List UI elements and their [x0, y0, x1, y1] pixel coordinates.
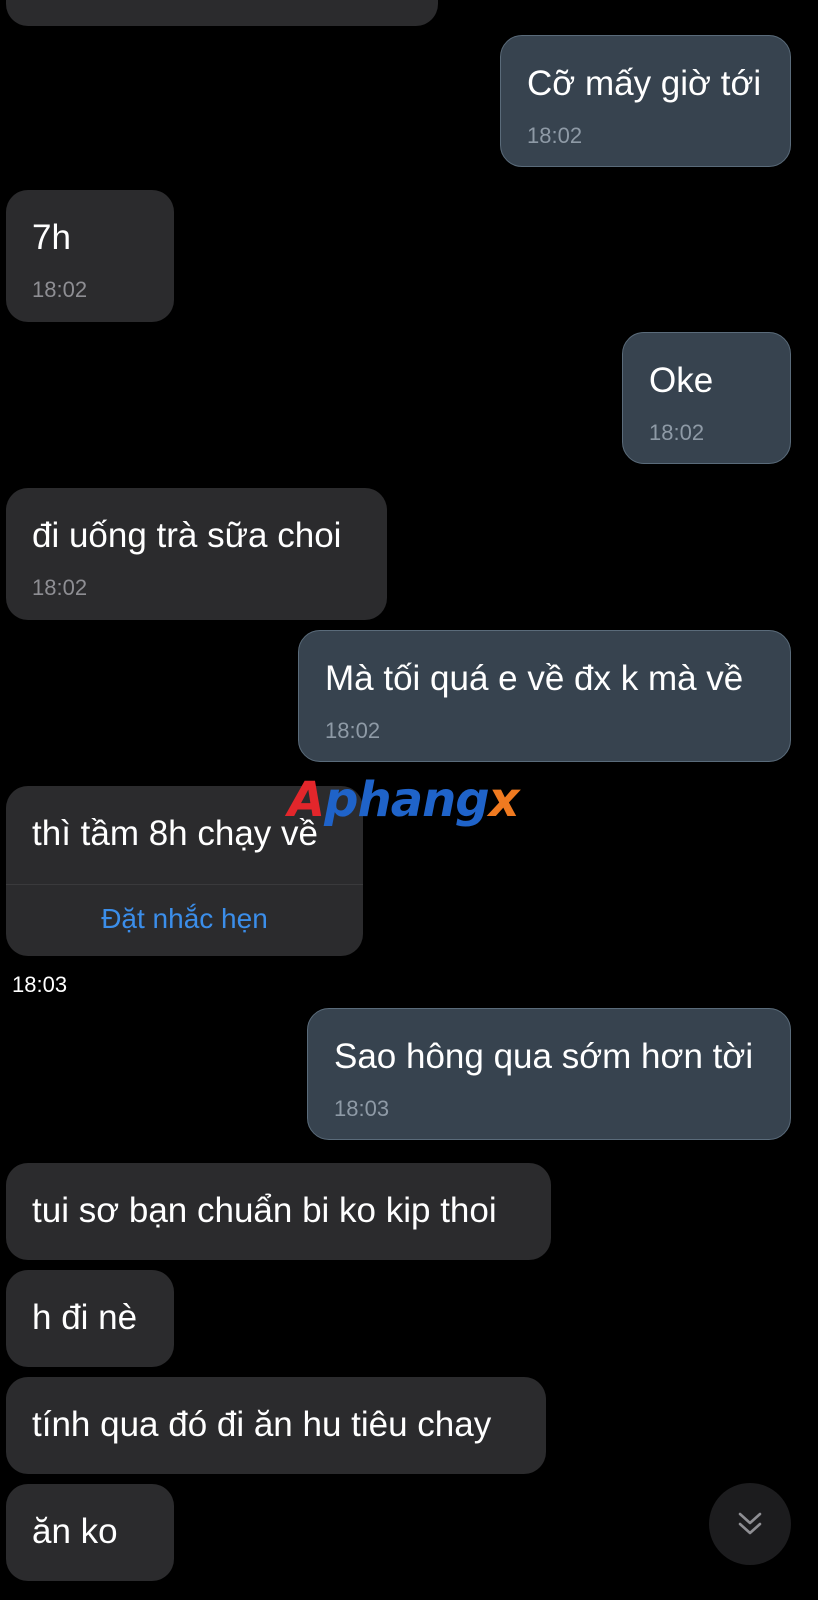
set-reminder-button[interactable]: Đặt nhắc hẹn — [6, 902, 363, 936]
message-timestamp: 18:02 — [649, 420, 705, 445]
message-text: 7h — [32, 218, 71, 257]
message-bubble-outgoing[interactable]: Oke 18:02 — [622, 332, 791, 464]
message-timestamp: 18:03 — [334, 1096, 390, 1121]
message-bubble-incoming[interactable]: 7h 18:02 — [6, 190, 174, 322]
message-bubble-outgoing[interactable]: Cỡ mấy giờ tới 18:02 — [500, 35, 791, 167]
message-bubble-incoming[interactable]: ăn ko — [6, 1484, 174, 1581]
message-text: Oke — [649, 361, 714, 400]
watermark-logo: Aphangx — [288, 772, 520, 828]
message-text: Sao hông qua sớm hơn tời — [334, 1037, 754, 1076]
message-text: Cỡ mấy giờ tới — [527, 64, 762, 103]
message-bubble-outgoing[interactable]: Mà tối quá e về đx k mà về 18:02 — [298, 630, 791, 762]
message-text: tui sơ bạn chuẩn bi ko kip thoi — [32, 1191, 497, 1230]
scroll-to-bottom-button[interactable] — [709, 1483, 791, 1565]
message-text: tính qua đó đi ăn hu tiêu chay — [32, 1405, 492, 1444]
double-chevron-down-icon — [738, 1512, 762, 1535]
message-text: đi uống trà sữa choi — [32, 516, 342, 555]
message-timestamp: 18:02 — [325, 718, 381, 743]
partial-message-bubble — [6, 0, 438, 26]
divider — [6, 884, 363, 885]
message-text: ăn ko — [32, 1512, 118, 1551]
message-timestamp: 18:03 — [12, 972, 68, 997]
message-text: Mà tối quá e về đx k mà về — [325, 659, 744, 698]
message-bubble-incoming[interactable]: tui sơ bạn chuẩn bi ko kip thoi — [6, 1163, 551, 1260]
message-bubble-incoming[interactable]: h đi nè — [6, 1270, 174, 1367]
message-text: thì tầm 8h chạy về — [32, 814, 318, 853]
message-bubble-incoming[interactable]: đi uống trà sữa choi 18:02 — [6, 488, 387, 620]
message-text: h đi nè — [32, 1298, 138, 1337]
message-timestamp: 18:02 — [32, 277, 88, 302]
message-timestamp: 18:02 — [527, 123, 583, 148]
message-timestamp: 18:02 — [32, 575, 88, 600]
message-bubble-outgoing[interactable]: Sao hông qua sớm hơn tời 18:03 — [307, 1008, 791, 1140]
message-bubble-incoming[interactable]: tính qua đó đi ăn hu tiêu chay — [6, 1377, 546, 1474]
